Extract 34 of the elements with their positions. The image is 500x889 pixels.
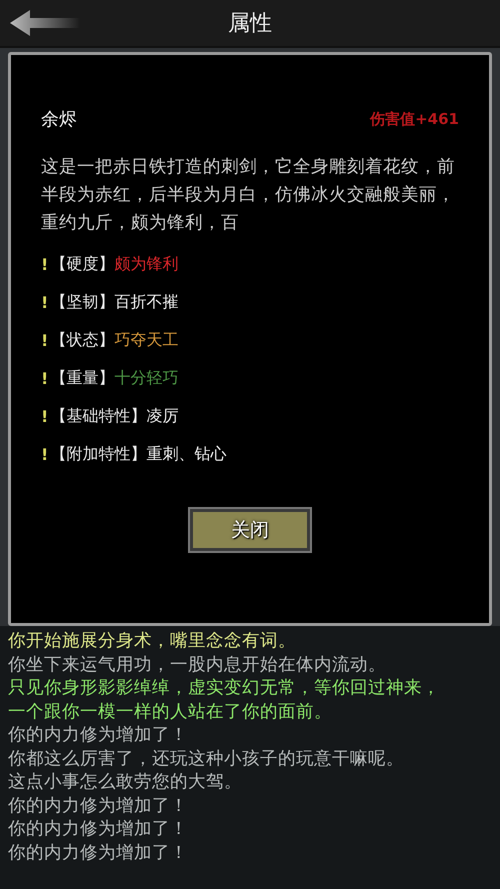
attribute-value: 凌厉 <box>146 406 178 426</box>
item-name: 余烬 <box>41 108 77 131</box>
damage-value: 伤害值+461 <box>370 110 459 128</box>
log-line: 只见你身形影影绰绰，虚实变幻无常，等你回过神来， <box>8 677 441 700</box>
exclamation-mark: ! <box>41 444 48 464</box>
log-line: 你的内力修为增加了！ <box>8 794 189 818</box>
attribute-label: 【坚韧】 <box>50 292 114 312</box>
log-line: 你的内力修为增加了！ <box>8 842 189 864</box>
attribute-value: 颇为锋利 <box>114 254 178 274</box>
attribute-value: 巧夺天工 <box>114 330 178 350</box>
log-line: 你都这么厉害了，还玩这种小孩子的玩意干嘛呢。 <box>8 748 405 770</box>
back-arrow-icon[interactable] <box>8 8 80 38</box>
log-line: 你的内力修为增加了！ <box>8 818 189 841</box>
exclamation-mark: ! <box>41 406 48 426</box>
attribute-value: 重刺、钻心 <box>146 444 226 464</box>
item-description: 这是一把赤日铁打造的刺剑，它全身雕刻着花纹，前半段为赤红，后半段为月白，仿佛冰火交融般美丽，重约九斤，颇为锋利，百 <box>41 156 456 235</box>
attribute-label: 【硬度】 <box>50 254 114 274</box>
log-line: 你的内力修为增加了！ <box>8 724 189 747</box>
exclamation-mark: ! <box>41 254 48 274</box>
exclamation-mark: ! <box>41 330 48 350</box>
exclamation-mark: ! <box>41 292 48 312</box>
log-line: 一个跟你一模一样的人站在了你的面前。 <box>8 700 333 724</box>
log-line: 你坐下来运气用功，一股内息开始在体内流动。 <box>8 654 387 676</box>
exclamation-mark: ! <box>41 368 48 388</box>
log-line: 这点小事怎么敢劳您的大驾。 <box>8 771 243 794</box>
attribute-label: 【状态】 <box>50 330 114 350</box>
attribute-value: 十分轻巧 <box>114 368 178 388</box>
attribute-label: 【重量】 <box>50 368 114 388</box>
page-title: 属性 <box>228 10 272 38</box>
attribute-label: 【基础特性】 <box>50 406 146 426</box>
attribute-label: 【附加特性】 <box>50 444 146 464</box>
attribute-value: 百折不摧 <box>114 292 178 312</box>
close-button[interactable]: 关闭 <box>190 509 310 551</box>
log-line: 你开始施展分身术，嘴里念念有词。 <box>8 630 297 653</box>
